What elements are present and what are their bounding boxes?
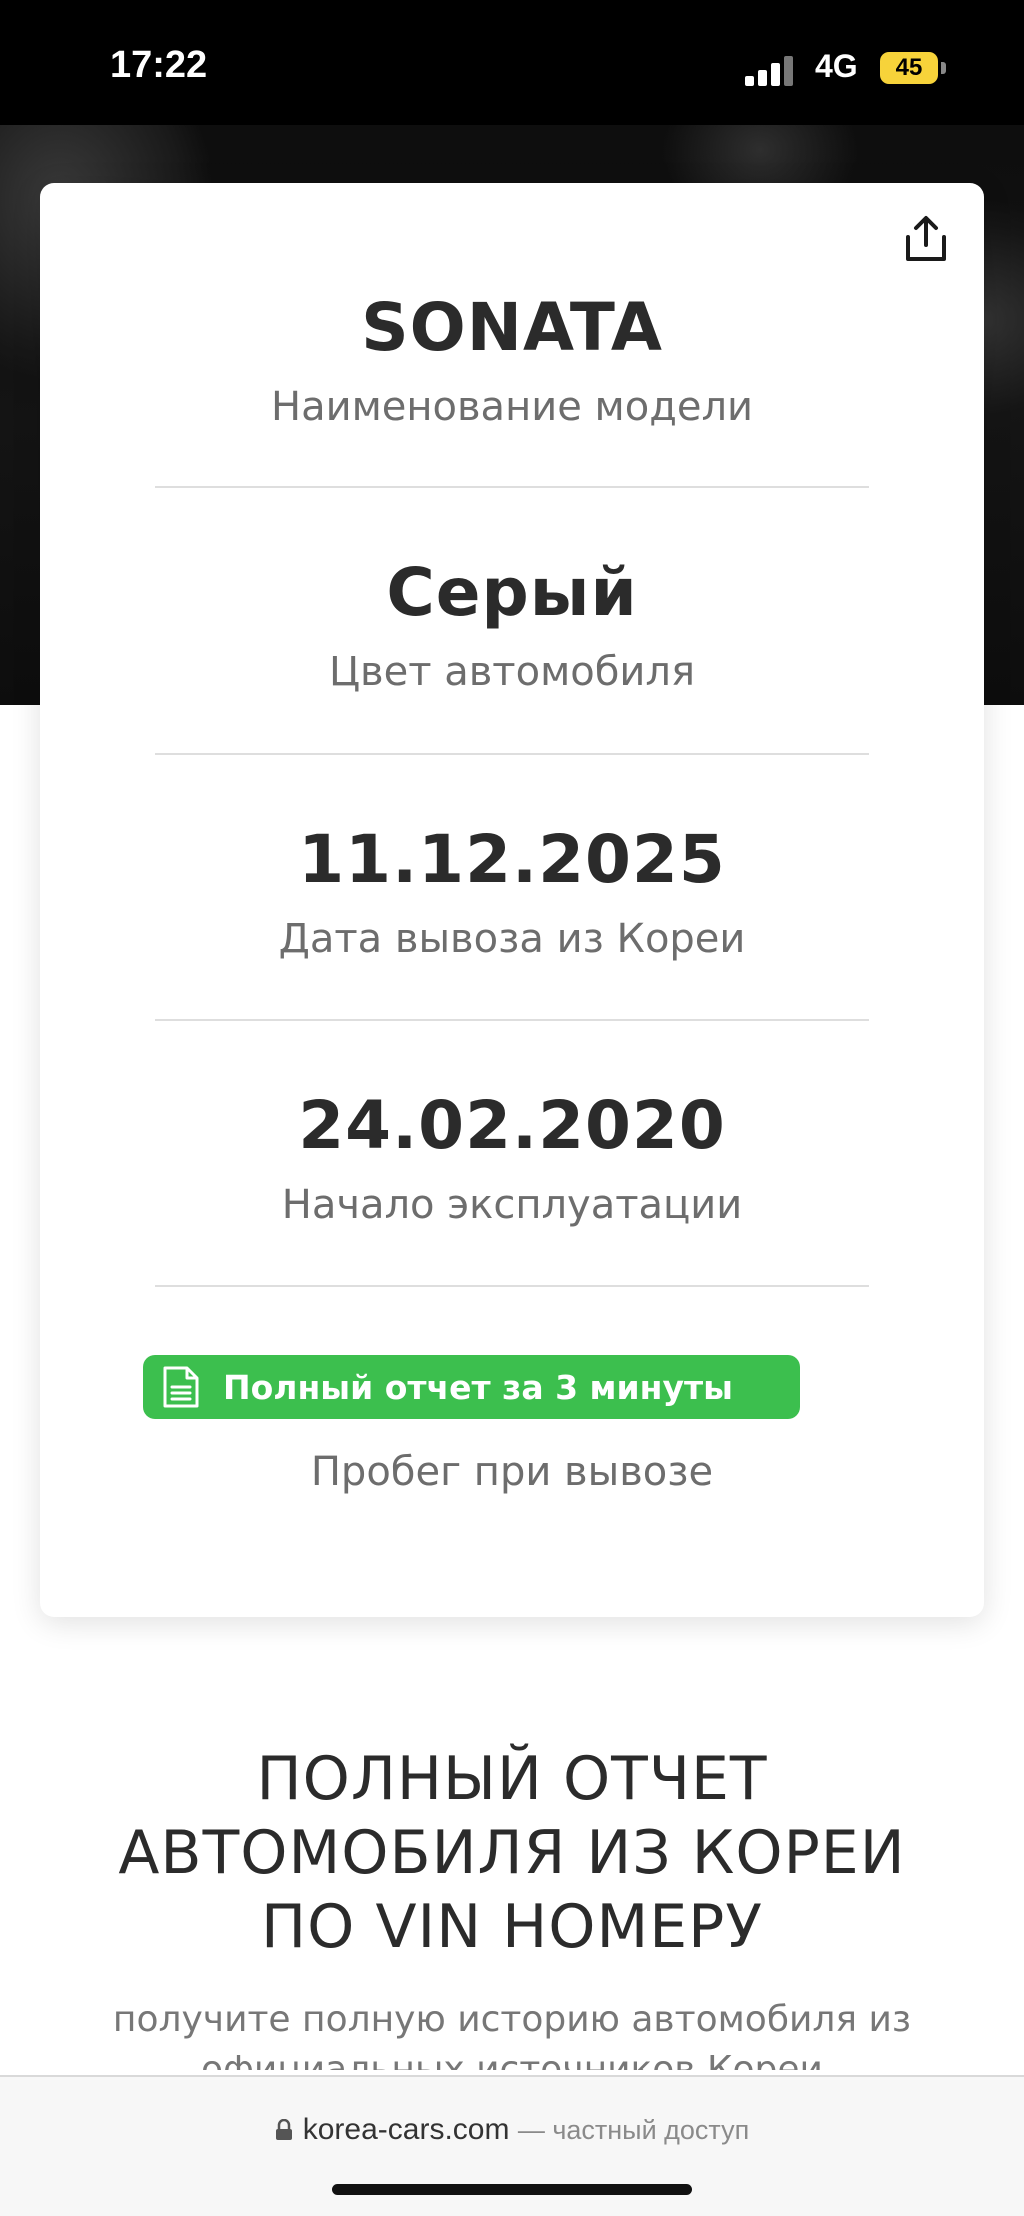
divider [155, 486, 869, 488]
home-indicator[interactable] [332, 2184, 692, 2195]
battery-cap [941, 62, 946, 74]
status-time: 17:22 [110, 44, 208, 86]
full-report-button-label: Полный отчет за 3 минуты [223, 1367, 733, 1407]
document-icon [163, 1366, 199, 1408]
battery-icon: 45 [880, 52, 938, 84]
color-value: Серый [386, 554, 638, 631]
color-label: Цвет автомобиля [328, 649, 696, 695]
info-export-date: 11.12.2025 Дата вывоза из Кореи [40, 820, 984, 964]
status-bar: 17:22 4G 45 [0, 0, 1024, 125]
divider [155, 1285, 869, 1287]
model-name-value: SONATA [361, 289, 663, 366]
model-name-label: Наименование модели [270, 384, 754, 430]
browser-address-bar[interactable]: korea-cars.com — частный доступ [0, 2075, 1024, 2216]
operation-start-value: 24.02.2020 [298, 1087, 726, 1164]
operation-start-label: Начало эксплуатации [281, 1182, 743, 1228]
export-date-label: Дата вывоза из Кореи [278, 916, 746, 962]
url-domain: korea-cars.com [302, 2113, 510, 2146]
full-report-button[interactable]: Полный отчет за 3 минуты [143, 1355, 800, 1419]
info-color: Серый Цвет автомобиля [40, 553, 984, 697]
url-row[interactable]: korea-cars.com — частный доступ [0, 2113, 1024, 2147]
lock-icon [275, 2119, 292, 2140]
headline-line: ПОЛНЫЙ ОТЧЕТ [256, 1744, 768, 1814]
headline-line: АВТОМОБИЛЯ ИЗ КОРЕИ [118, 1818, 906, 1888]
divider [155, 1019, 869, 1021]
mileage-label: Пробег при вывозе [310, 1449, 714, 1495]
signal-strength-icon [745, 54, 803, 86]
info-operation-start: 24.02.2020 Начало эксплуатации [40, 1086, 984, 1230]
share-icon[interactable] [900, 213, 952, 265]
export-date-value: 11.12.2025 [298, 821, 726, 898]
url-suffix: — частный доступ [517, 2115, 750, 2145]
headline-line: ПО VIN НОМЕРУ [261, 1892, 763, 1962]
promo-subtext: получите полную историю автомобиля из оф… [112, 1999, 912, 2070]
divider [155, 753, 869, 755]
promo-headline: ПОЛНЫЙ ОТЧЕТ АВТОМОБИЛЯ ИЗ КОРЕИ ПО VIN … [0, 1742, 1024, 1964]
info-model: SONATA Наименование модели [40, 288, 984, 432]
network-type: 4G [815, 48, 858, 84]
